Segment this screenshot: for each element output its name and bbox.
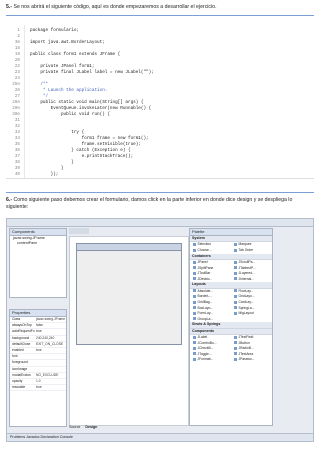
source-design-tabs: Source Design — [69, 425, 97, 429]
tab-source[interactable]: Source — [69, 425, 80, 429]
line-number: 28⊖ — [12, 100, 20, 105]
code-line: */ — [30, 94, 49, 99]
property-name: iconImage — [12, 366, 28, 371]
palette-item[interactable]: JFormatt... — [190, 357, 231, 363]
editor-gutter — [24, 25, 25, 178]
property-name: modalExclus — [12, 372, 31, 377]
property-name: alwaysOnTop — [12, 323, 32, 328]
palette-title: Palette — [190, 229, 272, 236]
property-value[interactable]: false — [36, 323, 65, 328]
code-line: private final JLabel label = new JLabel(… — [30, 70, 154, 75]
property-name: resizable — [12, 385, 26, 390]
palette-pane: Palette System Selection Marquee Choose... T… — [189, 228, 273, 426]
line-number: 24 — [14, 76, 20, 81]
code-line: public void run() { — [30, 112, 110, 117]
tab-design[interactable]: Design — [85, 425, 97, 429]
code-line: public class form1 extends JFrame { — [30, 52, 121, 57]
components-pane: Components javax.swing.JFrame contentPan… — [9, 228, 67, 298]
code-line: }); — [30, 172, 59, 177]
code-line: } — [30, 160, 74, 165]
property-value[interactable]: true — [36, 385, 65, 390]
line-number: 2 — [17, 34, 20, 39]
line-number: 25⊖ — [12, 82, 20, 87]
windowbuilder-screenshot: Components javax.swing.JFrame contentPan… — [6, 218, 314, 442]
code-line: } — [30, 166, 64, 171]
code-line: e.printStackTrace(); — [30, 154, 134, 159]
line-number: 1 — [17, 28, 20, 33]
properties-pane: Properties Class javax.swing.JFrame always… — [9, 309, 67, 427]
palette-item[interactable]: JPasswo... — [231, 357, 272, 363]
divider — [6, 15, 314, 16]
step-6-body: Como siguiente paso debemos crear el for… — [6, 197, 293, 211]
line-number: 38 — [14, 160, 20, 165]
editor-tabbar — [7, 219, 313, 227]
property-value[interactable]: 240,240,240 — [36, 336, 65, 341]
code-line: * Launch the application. — [30, 88, 108, 93]
property-value[interactable]: true — [36, 329, 65, 334]
property-value[interactable]: NO_EXCLUDE — [36, 373, 65, 378]
code-line: import java.awt.BorderLayout; — [30, 40, 105, 45]
palette-item[interactable]: JInternal... — [231, 277, 272, 283]
code-line: /** — [30, 82, 49, 87]
line-number: 26 — [14, 88, 20, 93]
line-number: 35 — [14, 142, 20, 147]
line-number: 30⊖ — [12, 112, 20, 117]
tree-item-contentpane[interactable]: contentPane — [13, 241, 66, 246]
jframe-preview[interactable] — [76, 243, 182, 345]
code-editor-screenshot: 1 package formulario; 2 3⊕ import java.awt.B… — [6, 25, 314, 179]
code-line: package formulario; — [30, 28, 79, 33]
divider — [6, 192, 314, 193]
design-toolbar — [69, 228, 89, 234]
line-number: 19 — [14, 52, 20, 57]
property-name: opacity — [12, 378, 23, 383]
property-name: autoRequestFo — [12, 329, 35, 334]
step-5-body: Se nos abrirá el siguiente código, aquí … — [12, 4, 217, 10]
palette-item[interactable]: Tab Order — [231, 248, 272, 254]
code-line: public static void main(String[] args) { — [30, 100, 144, 105]
line-number: 36 — [14, 148, 20, 153]
property-name: font — [12, 354, 18, 359]
line-number: 20 — [14, 58, 20, 63]
jframe-titlebar — [77, 244, 181, 251]
property-name: background — [12, 335, 30, 340]
property-name: Class — [12, 317, 21, 321]
line-number: 23 — [14, 70, 20, 75]
step-6-text: 6.- Como siguiente paso debemos crear el… — [6, 197, 314, 212]
line-number: 31 — [14, 118, 20, 123]
bottom-views-bar: Problems Javadoc Declaration Console — [7, 433, 313, 441]
line-number: 29⊖ — [12, 106, 20, 111]
code-line: EventQueue.invokeLater(new Runnable() { — [30, 106, 152, 111]
properties-title: Properties — [10, 310, 66, 317]
components-title: Components — [10, 229, 66, 236]
line-number: 27 — [14, 94, 20, 99]
step-5-text: 5.- Se nos abrirá el siguiente código, a… — [6, 4, 314, 11]
line-number: 3⊕ — [14, 40, 20, 45]
code-line: } catch (Exception e) { — [30, 148, 131, 153]
code-line: frame.setVisible(true); — [30, 142, 141, 147]
line-number: 22 — [14, 64, 20, 69]
property-name: enabled — [12, 347, 24, 352]
property-value[interactable]: javax.swing.JFrame — [36, 317, 65, 322]
property-name: defaultClose — [12, 341, 31, 346]
property-name: foreground — [12, 360, 28, 365]
code-line: form1 frame = new form1(); — [30, 136, 149, 141]
line-number: 32 — [14, 124, 20, 129]
property-value[interactable]: 1.0 — [36, 379, 65, 384]
property-row[interactable]: resizable true — [10, 385, 66, 392]
line-number: 40 — [14, 172, 20, 177]
property-value[interactable]: true — [36, 348, 65, 353]
line-number: 18 — [14, 46, 20, 51]
design-canvas[interactable] — [69, 236, 189, 426]
code-line: try { — [30, 130, 85, 135]
line-number: 39 — [14, 166, 20, 171]
palette-item[interactable]: MigLayout — [231, 311, 272, 317]
line-number: 37 — [14, 154, 20, 159]
code-line: private JPanel form1; — [30, 64, 95, 69]
palette-item[interactable]: Choose... — [190, 248, 231, 254]
line-number: 34 — [14, 136, 20, 141]
bottom-views-tabs[interactable]: Problems Javadoc Declaration Console — [7, 435, 73, 439]
line-number: 33 — [14, 130, 20, 135]
property-value[interactable]: EXIT_ON_CLOSE — [36, 342, 65, 347]
